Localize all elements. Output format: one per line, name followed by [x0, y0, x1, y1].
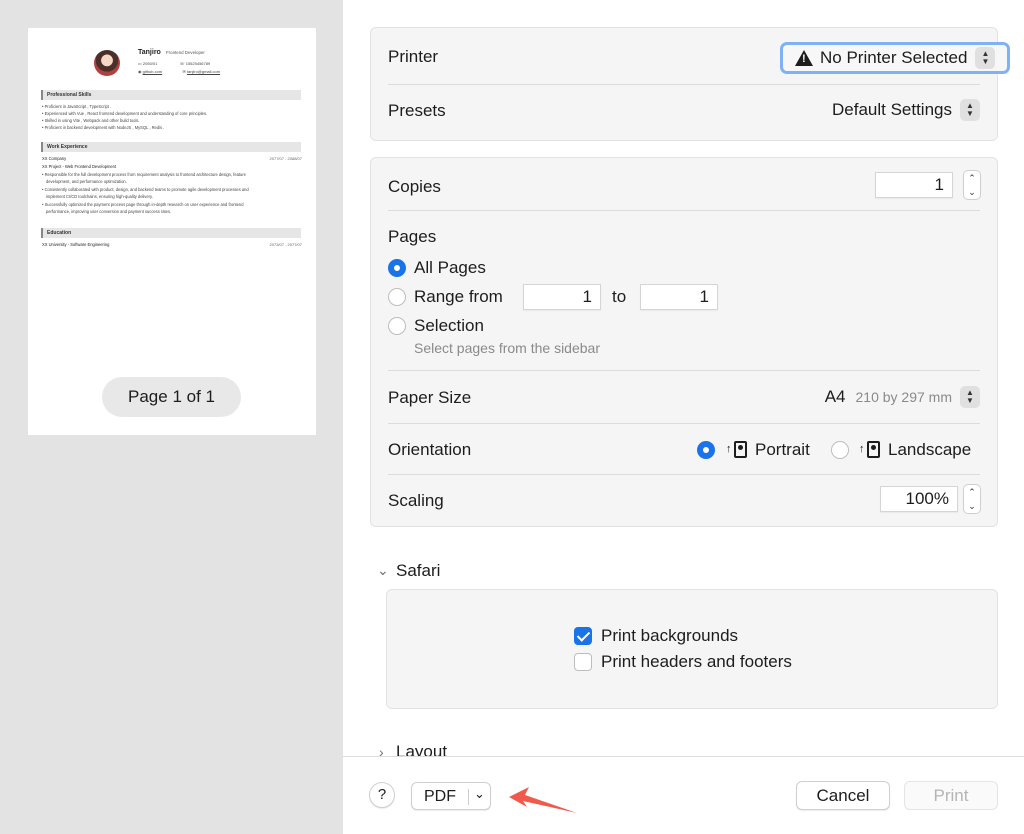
- safari-disclosure[interactable]: Safari: [396, 561, 440, 581]
- divider: [388, 84, 980, 85]
- landscape-icon: ↑: [859, 441, 881, 459]
- resume-experience-line: development, and performance optimizatio…: [46, 179, 127, 184]
- chevron-down-icon[interactable]: ⌄: [474, 786, 485, 802]
- resume-role: Frontend Developer: [166, 50, 205, 55]
- print-button[interactable]: Print: [904, 781, 998, 810]
- range-from-field[interactable]: 1: [523, 284, 601, 310]
- resume-skill-line: • Proficient in backend development with…: [42, 125, 165, 130]
- divider: [388, 210, 980, 211]
- print-settings-pane: Printer No Printer Selected ▲▼ Presets D…: [343, 0, 1024, 834]
- orientation-label: Orientation: [388, 440, 472, 459]
- resume-university: XX University - Software Engineering: [42, 242, 110, 247]
- selection-radio[interactable]: [388, 317, 406, 335]
- resume-contact-row-2: ◉ github.com ✉ tanjiro@gmail.com: [138, 69, 221, 74]
- chevron-up-down-icon: ▲ ▼: [960, 99, 980, 121]
- selection-hint: Select pages from the sidebar: [414, 340, 600, 356]
- resume-experience-line: • Successfully optimized the payment pro…: [42, 202, 244, 207]
- resume-project: XX Project - Web Frontend Development: [42, 164, 117, 169]
- all-pages-radio[interactable]: [388, 259, 406, 277]
- resume-section-education: Education: [41, 228, 301, 238]
- help-button[interactable]: ?: [369, 782, 395, 808]
- paper-size-label: Paper Size: [388, 388, 472, 407]
- paper-size-dimensions: 210 by 297 mm: [855, 389, 953, 405]
- chevron-up-icon[interactable]: ⌃: [968, 173, 976, 184]
- print-options-group: Copies 1 ⌃ ⌄ Pages All Pages Range from …: [370, 157, 998, 527]
- copies-label: Copies: [388, 177, 441, 196]
- chevron-down-icon[interactable]: ⌄: [968, 501, 976, 512]
- portrait-radio[interactable]: [697, 441, 715, 459]
- printer-label: Printer: [388, 47, 439, 66]
- range-to-field[interactable]: 1: [640, 284, 718, 310]
- page-preview-thumbnail[interactable]: Tanjiro Frontend Developer ▭ 2050/01 ☏ 1…: [28, 28, 316, 435]
- headers-footers-checkbox[interactable]: [574, 653, 592, 671]
- scaling-stepper[interactable]: ⌃ ⌄: [963, 484, 981, 514]
- resume-company-dates: 2077/07 - 2088/07: [269, 156, 302, 161]
- resume-skill-line: • Experienced with Vue , React frontend …: [42, 111, 208, 116]
- resume-university-dates: 2073/07 - 2077/07: [269, 242, 302, 247]
- copies-field[interactable]: 1: [875, 172, 953, 198]
- selection-label[interactable]: Selection: [414, 316, 484, 336]
- resume-experience-line: performance, improving user conversion a…: [46, 209, 172, 214]
- resume-section-experience: Work Experience: [41, 142, 301, 152]
- annotation-arrow-icon: [509, 787, 577, 813]
- pdf-menu-button[interactable]: PDF ⌄: [411, 782, 491, 810]
- landscape-radio[interactable]: [831, 441, 849, 459]
- resume-company: XX Company: [42, 156, 67, 161]
- resume-document: Tanjiro Frontend Developer ▭ 2050/01 ☏ 1…: [28, 28, 316, 435]
- headers-footers-label[interactable]: Print headers and footers: [601, 652, 792, 672]
- preview-pane: Tanjiro Frontend Developer ▭ 2050/01 ☏ 1…: [0, 0, 343, 834]
- cancel-button[interactable]: Cancel: [796, 781, 890, 810]
- paper-size-value: A4: [824, 387, 846, 406]
- presets-popup[interactable]: Default Settings ▲ ▼: [832, 99, 980, 121]
- resume-experience-line: implement CI/CD toolchains, ensuring hig…: [46, 194, 153, 199]
- divider: [388, 423, 980, 424]
- scaling-field[interactable]: 100%: [880, 486, 958, 512]
- portrait-label[interactable]: Portrait: [755, 440, 810, 460]
- range-to-label: to: [612, 287, 627, 306]
- divider: [388, 474, 980, 475]
- landscape-label[interactable]: Landscape: [888, 440, 971, 460]
- range-from-label[interactable]: Range from: [414, 287, 503, 307]
- dialog-footer: ? PDF ⌄ Cancel Print: [343, 756, 1024, 834]
- divider: [388, 370, 980, 371]
- divider: [468, 789, 469, 805]
- scaling-label: Scaling: [388, 491, 444, 510]
- resume-experience-line: • Responsible for the full development p…: [42, 172, 246, 177]
- chevron-up-down-icon: ▲ ▼: [960, 386, 980, 408]
- resume-skill-line: • Skilled in using Vite , Webpack and ot…: [42, 118, 140, 123]
- resume-section-skills: Professional Skills: [41, 90, 301, 100]
- chevron-down-icon[interactable]: ⌄: [377, 562, 389, 579]
- avatar: [94, 50, 120, 76]
- warning-icon: [795, 50, 813, 66]
- presets-value: Default Settings: [831, 100, 952, 119]
- page-indicator: Page 1 of 1: [102, 377, 241, 417]
- chevron-down-icon[interactable]: ⌄: [968, 187, 976, 198]
- paper-size-popup[interactable]: A4 210 by 297 mm ▲ ▼: [825, 386, 980, 408]
- chevron-up-icon[interactable]: ⌃: [968, 487, 976, 498]
- print-backgrounds-label[interactable]: Print backgrounds: [601, 626, 738, 646]
- copies-stepper[interactable]: ⌃ ⌄: [963, 170, 981, 200]
- portrait-icon: ↑: [726, 441, 748, 459]
- print-backgrounds-checkbox[interactable]: [574, 627, 592, 645]
- printer-group: Printer No Printer Selected ▲▼ Presets D…: [370, 27, 1010, 141]
- resume-contact-row-1: ▭ 2050/01 ☏ 15525456789: [138, 61, 211, 66]
- pages-label: Pages: [388, 227, 437, 246]
- all-pages-label[interactable]: All Pages: [414, 258, 486, 278]
- presets-label: Presets: [388, 101, 446, 120]
- printer-value: No Printer Selected: [820, 48, 968, 67]
- pdf-button-label: PDF: [424, 788, 456, 805]
- safari-group: Print backgrounds Print headers and foot…: [386, 589, 998, 709]
- resume-skill-line: • Proficient in JavaScript , TypeScript …: [42, 104, 112, 109]
- printer-popup[interactable]: No Printer Selected ▲▼: [780, 42, 1010, 74]
- resume-experience-line: • Consistently collaborated with product…: [42, 187, 249, 192]
- chevron-up-down-icon: ▲ ▼: [975, 47, 996, 69]
- range-radio[interactable]: [388, 288, 406, 306]
- resume-name: Tanjiro: [138, 49, 161, 56]
